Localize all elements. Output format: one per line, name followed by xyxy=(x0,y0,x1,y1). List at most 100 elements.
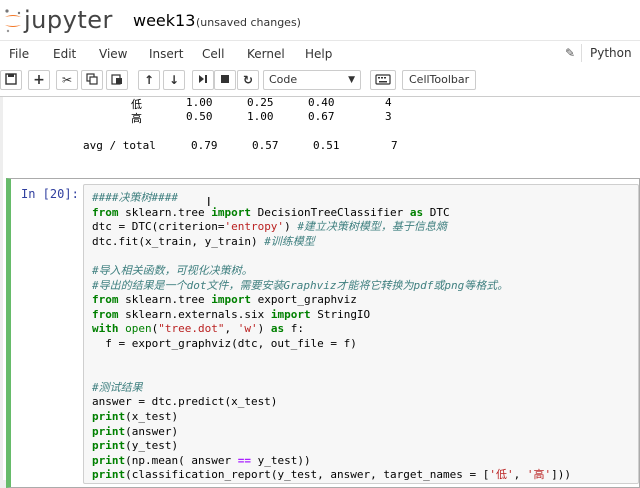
code-token: ])) xyxy=(551,468,571,482)
code-token: as xyxy=(270,322,285,336)
code-token: (np.mean( answer xyxy=(125,453,238,467)
code-token: #建立决策树模型，基于信息熵 xyxy=(297,220,447,234)
code-token: #导出的结果是一个dot文件，需要安装Graphviz才能将它转换为pdf或pn… xyxy=(92,278,509,292)
output-row-f1: 0.40 xyxy=(308,96,335,109)
restart-button[interactable]: ↻ xyxy=(237,70,259,90)
code-token: ####决策树#### xyxy=(92,191,178,204)
menu-view[interactable]: View xyxy=(99,47,127,61)
save-icon xyxy=(5,72,17,88)
output-row-precision: 1.00 xyxy=(186,96,213,109)
code-token: DecisionTreeClassifier xyxy=(250,205,410,219)
output-avg-f1: 0.51 xyxy=(313,139,340,152)
cell-type-select[interactable]: Code ▼ xyxy=(263,70,361,90)
code-line: #导入相关函数，可视化决策树。 xyxy=(92,264,253,278)
insert-cell-button[interactable]: + xyxy=(28,70,50,90)
header: jupyter week13 (unsaved changes) xyxy=(0,0,640,40)
code-token: print xyxy=(92,410,126,423)
refresh-icon: ↻ xyxy=(242,73,254,87)
menu-insert[interactable]: Insert xyxy=(149,47,183,61)
code-token: print xyxy=(92,424,126,438)
move-up-button[interactable]: ↑ xyxy=(138,70,160,90)
code-token: (y_test) xyxy=(125,439,179,453)
code-token: #导入相关函数，可视化决策树。 xyxy=(92,264,253,277)
code-token: f = export_graphviz(dtc, out_file = f) xyxy=(92,337,357,350)
code-line: from sklearn.tree import DecisionTreeCla… xyxy=(92,206,450,220)
code-line: dtc = DTC(criterion='entropy') #建立决策树模型，… xyxy=(92,220,447,234)
menu-file[interactable]: File xyxy=(9,47,29,61)
code-cell[interactable]: In [20]: ####决策树#### from sklearn.tree im… xyxy=(6,178,640,488)
code-token: answer = dtc.predict(x_test) xyxy=(92,395,278,409)
code-token: 'w' xyxy=(237,322,258,336)
menu-kernel[interactable]: Kernel xyxy=(247,47,285,61)
paste-button[interactable] xyxy=(106,70,128,90)
copy-button[interactable] xyxy=(81,70,103,90)
menubar: File Edit View Insert Cell Kernel Help ✎… xyxy=(0,40,640,78)
output-avg-label: avg / total xyxy=(83,139,156,152)
code-token: == xyxy=(237,453,251,467)
code-token: print xyxy=(92,439,126,453)
code-line: print(x_test) xyxy=(92,410,178,424)
celltoolbar-button[interactable]: CellToolbar xyxy=(402,70,477,90)
code-token: f: xyxy=(284,322,304,336)
menu-cell[interactable]: Cell xyxy=(202,47,224,61)
cut-button[interactable]: ✂ xyxy=(56,70,78,90)
interrupt-button[interactable] xyxy=(214,70,236,90)
code-token: #测试结果 xyxy=(92,380,143,394)
jupyter-logo[interactable]: jupyter xyxy=(0,4,113,36)
kernel-indicator[interactable]: Python 2 xyxy=(581,44,640,78)
code-token: ) xyxy=(284,220,298,234)
command-palette-button[interactable] xyxy=(370,70,396,90)
output-row-precision: 0.50 xyxy=(186,110,213,123)
code-token: DTC xyxy=(423,205,450,219)
code-token: with xyxy=(92,322,119,336)
output-avg-precision: 0.79 xyxy=(191,139,218,152)
code-token: , xyxy=(513,468,527,482)
code-token: import xyxy=(211,205,251,219)
code-token: from xyxy=(92,205,119,219)
code-line: f = export_graphviz(dtc, out_file = f) xyxy=(92,337,357,351)
move-down-button[interactable]: ↓ xyxy=(163,70,185,90)
code-token: '高' xyxy=(526,468,552,482)
code-editor[interactable]: ####决策树#### from sklearn.tree import Deci… xyxy=(83,184,639,484)
scissors-icon: ✂ xyxy=(61,73,73,87)
input-prompt: In [20]: xyxy=(21,187,79,201)
code-line: from sklearn.tree import export_graphviz xyxy=(92,293,357,307)
code-token: print xyxy=(92,468,126,482)
notebook-page: 低 1.00 0.25 0.40 4 高 0.50 1.00 0.67 3 av… xyxy=(3,96,640,488)
text-cursor-icon: I xyxy=(207,195,211,209)
code-line: print(np.mean( answer == y_test)) xyxy=(92,454,311,468)
code-line: print(classification_report(y_test, answ… xyxy=(92,468,571,482)
code-token: StringIO xyxy=(310,307,371,321)
code-token: '低' xyxy=(489,468,514,482)
code-line: dtc.fit(x_train, y_train) #训练模型 xyxy=(92,235,315,249)
output-row-recall: 1.00 xyxy=(247,110,274,123)
output-row-support: 4 xyxy=(385,96,392,109)
edit-mode-pencil-icon: ✎ xyxy=(565,46,576,60)
code-token: , xyxy=(224,322,238,336)
code-token: from xyxy=(92,307,119,321)
run-button[interactable] xyxy=(192,70,214,90)
code-token: import xyxy=(270,307,311,321)
code-line: print(y_test) xyxy=(92,439,178,453)
notebook-name[interactable]: week13 xyxy=(133,11,195,30)
toolbar: + ✂ ↑ ↓ ↻ Code ▼ CellToolbar xyxy=(0,66,640,97)
code-token: 'entropy' xyxy=(224,220,285,234)
code-token: #训练模型 xyxy=(264,234,315,248)
code-line: #测试结果 xyxy=(92,381,143,395)
code-token: y_test)) xyxy=(250,453,311,467)
code-token: ) xyxy=(257,322,271,336)
code-token: as xyxy=(409,205,424,219)
code-line: ####决策树#### xyxy=(92,191,178,205)
code-token: "tree.dot" xyxy=(158,322,225,336)
notebook-area: 低 1.00 0.25 0.40 4 高 0.50 1.00 0.67 3 av… xyxy=(0,96,640,488)
keyboard-icon xyxy=(371,74,395,93)
cell-type-value: Code xyxy=(269,73,298,86)
code-token: sklearn.tree xyxy=(118,293,212,307)
copy-icon xyxy=(86,72,98,88)
code-token: (x_test) xyxy=(125,410,179,423)
chevron-down-icon: ▼ xyxy=(348,75,355,85)
code-token: dtc = DTC(criterion= xyxy=(92,220,225,234)
save-button[interactable] xyxy=(0,70,22,90)
menu-edit[interactable]: Edit xyxy=(53,47,76,61)
menu-help[interactable]: Help xyxy=(305,47,332,61)
